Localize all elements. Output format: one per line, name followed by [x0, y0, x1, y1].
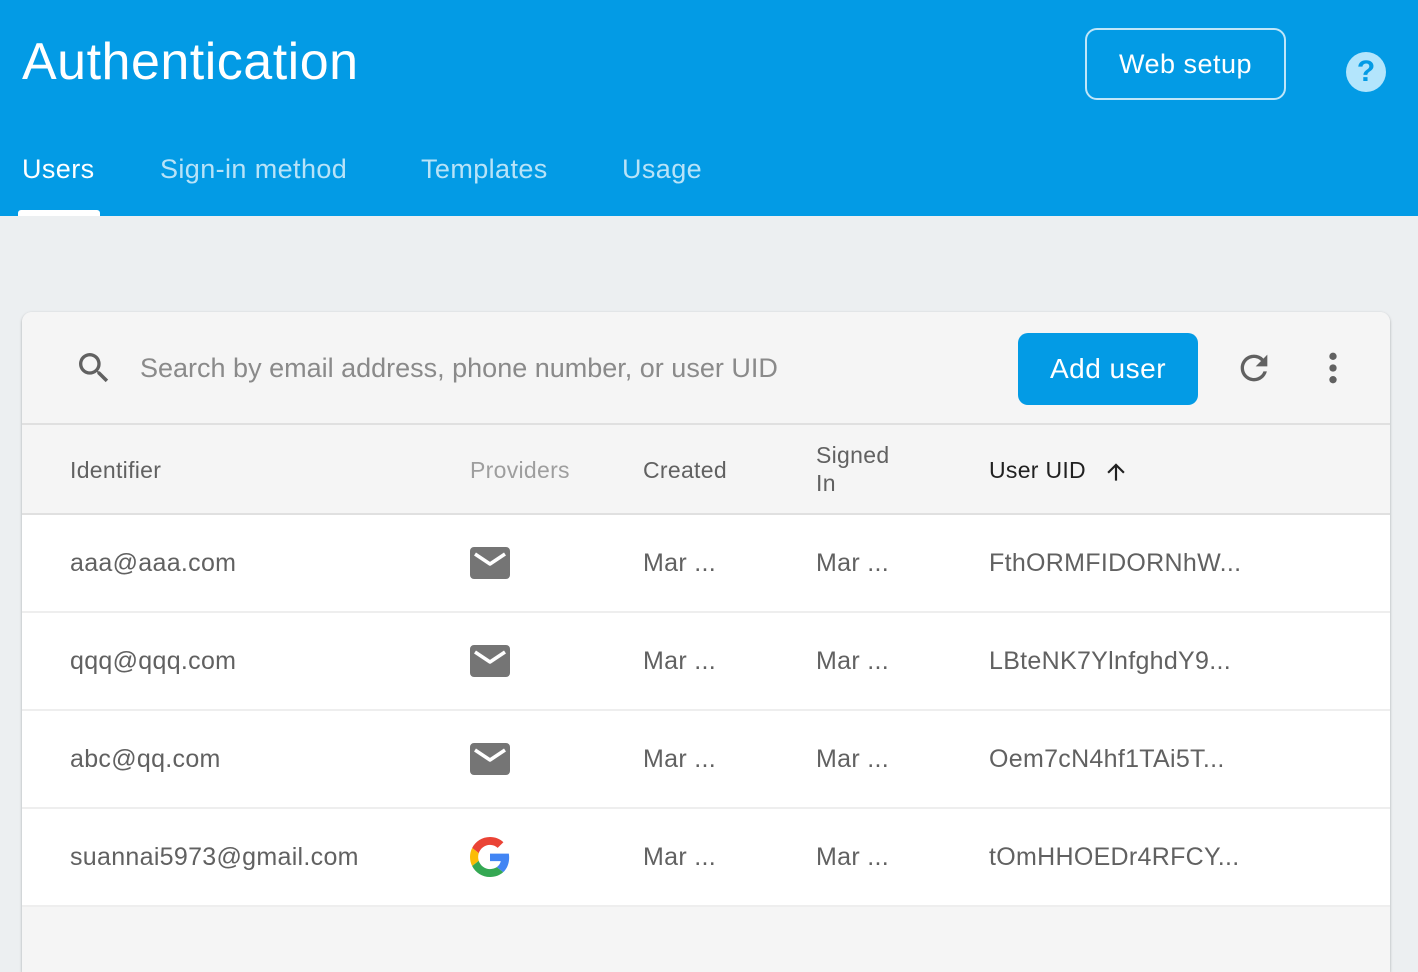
- table-row[interactable]: aaa@aaa.com Mar ... Mar ... FthORMFIDORN…: [22, 515, 1390, 613]
- cell-signed-in: Mar ...: [816, 647, 889, 675]
- tab-users[interactable]: Users: [22, 154, 95, 194]
- cell-signed-in: Mar ...: [816, 549, 889, 577]
- refresh-icon[interactable]: [1234, 348, 1274, 388]
- column-signed-in-line1: Signed: [816, 442, 890, 468]
- tab-usage[interactable]: Usage: [622, 154, 702, 194]
- web-setup-button[interactable]: Web setup: [1085, 28, 1286, 100]
- column-providers: Providers: [470, 457, 570, 483]
- users-card: Add user Identifier Providers Created Si…: [22, 312, 1390, 972]
- google-icon: [470, 837, 510, 877]
- cell-user-uid: Oem7cN4hf1TAi5T...: [989, 745, 1225, 773]
- header-bar: Authentication Web setup ? Users Sign-in…: [0, 0, 1418, 216]
- add-user-button[interactable]: Add user: [1018, 333, 1198, 405]
- cell-created: Mar ...: [643, 745, 716, 773]
- more-vert-icon[interactable]: [1318, 348, 1348, 388]
- arrow-up-icon: [1107, 463, 1125, 481]
- users-toolbar: Add user: [22, 312, 1390, 425]
- column-user-uid-label: User UID: [989, 457, 1086, 483]
- table-row[interactable]: suannai5973@gmail.com Mar ... Mar ... tO…: [22, 809, 1390, 907]
- cell-identifier: suannai5973@gmail.com: [70, 843, 359, 871]
- cell-user-uid: FthORMFIDORNhW...: [989, 549, 1242, 577]
- table-row[interactable]: qqq@qqq.com Mar ... Mar ... LBteNK7Ylnfg…: [22, 613, 1390, 711]
- email-icon: [470, 547, 510, 579]
- email-icon: [470, 645, 510, 677]
- column-user-uid[interactable]: User UID: [989, 456, 1129, 485]
- column-signed-in[interactable]: Signed In: [816, 441, 889, 497]
- search-input[interactable]: [140, 342, 840, 394]
- cell-created: Mar ...: [643, 647, 716, 675]
- search-icon: [79, 353, 109, 383]
- help-icon[interactable]: ?: [1346, 52, 1386, 92]
- column-identifier[interactable]: Identifier: [70, 456, 161, 484]
- cell-signed-in: Mar ...: [816, 745, 889, 773]
- tab-templates[interactable]: Templates: [421, 154, 548, 194]
- cell-created: Mar ...: [643, 549, 716, 577]
- cell-identifier: aaa@aaa.com: [70, 549, 237, 577]
- tab-sign-in-method[interactable]: Sign-in method: [160, 154, 347, 194]
- active-tab-indicator: [18, 210, 100, 216]
- table-header: Identifier Providers Created Signed In U…: [22, 425, 1390, 515]
- column-signed-in-line2: In: [816, 470, 836, 496]
- page-title: Authentication: [22, 33, 359, 91]
- cell-created: Mar ...: [643, 843, 716, 871]
- column-created[interactable]: Created: [643, 456, 727, 484]
- cell-user-uid: LBteNK7YlnfghdY9...: [989, 647, 1231, 675]
- email-icon: [470, 743, 510, 775]
- table-row[interactable]: abc@qq.com Mar ... Mar ... Oem7cN4hf1TAi…: [22, 711, 1390, 809]
- cell-user-uid: tOmHHOEDr4RFCY...: [989, 843, 1240, 871]
- cell-identifier: qqq@qqq.com: [70, 647, 237, 675]
- cell-identifier: abc@qq.com: [70, 745, 221, 773]
- table-footer: [22, 907, 1390, 972]
- cell-signed-in: Mar ...: [816, 843, 889, 871]
